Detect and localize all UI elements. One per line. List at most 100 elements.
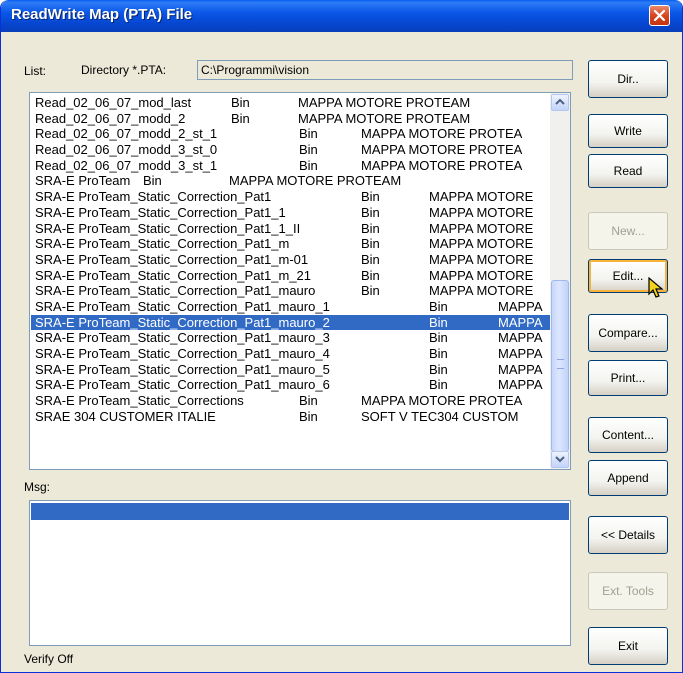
list-item-name: SRA-E ProTeam_Static_Corrections [35, 393, 244, 409]
scroll-down-button[interactable] [551, 451, 569, 468]
list-item[interactable]: Read_02_06_07_modd_2 Bin MAPPA MOTORE PROT… [31, 111, 551, 127]
list-item[interactable]: SRA-E ProTeam_Static_Correction_Pat1_m Bi… [31, 236, 551, 252]
list-item-name: SRA-E ProTeam_Static_Correction_Pat1_mau… [35, 361, 330, 377]
list-item[interactable]: SRA-E ProTeam_Static_Correction_Pat1_mau… [31, 314, 551, 331]
grip-icon [557, 359, 564, 369]
list-item[interactable]: SRA-E ProTeam Bin MAPPA MOTORE PROTEAM [31, 173, 551, 189]
list-scrollbar[interactable] [550, 93, 570, 469]
list-item[interactable]: SRA-E ProTeam_Static_Correction_Pat1_1 Bi… [31, 205, 551, 221]
read-button[interactable]: Read [588, 154, 668, 188]
list-item[interactable]: SRA-E ProTeam_Static_Correction_Pat1_1_I… [31, 221, 551, 237]
mouse-pointer-icon [648, 277, 664, 298]
list-item-desc: MAPPA [498, 377, 543, 393]
list-item[interactable]: SRA-E ProTeam_Static_Correction_Pat1_mau… [31, 346, 551, 362]
list-item-type: Bin [429, 361, 448, 377]
write-button[interactable]: Write [588, 114, 668, 148]
list-item-name: SRA-E ProTeam_Static_Correction_Pat1 [35, 189, 272, 205]
list-item-desc: MAPPA MOTORE [429, 251, 534, 267]
readwrite-dialog: ReadWrite Map (PTA) File List: Directory… [0, 0, 683, 673]
list-item-desc: MAPPA [498, 346, 543, 361]
list-item[interactable]: SRA-E ProTeam_Static_Correction_Pat1_mau… [31, 299, 551, 315]
list-item-desc: MAPPA MOTORE [429, 236, 534, 252]
list-item-desc: MAPPA MOTORE PROTEA [361, 157, 523, 173]
list-item-type: Bin [231, 110, 250, 126]
list-item[interactable]: Read_02_06_07_modd_2_st_1 Bin MAPPA MOTORE… [31, 126, 551, 142]
list-item-name: SRA-E ProTeam_Static_Correction_Pat1_1 [35, 204, 286, 220]
list-item-name: SRA-E ProTeam_Static_Correction_Pat1_mau… [35, 298, 330, 314]
close-button[interactable] [649, 5, 670, 26]
list-item-desc: MAPPA MOTORE PROTEA [361, 393, 523, 409]
list-item[interactable]: SRA-E ProTeam_Static_Correction_Pat1_mau… [31, 377, 551, 393]
list-item[interactable]: SRA-E ProTeam_Static_Correction_Pat1_mau… [31, 330, 551, 346]
directory-field: C:\Programmi\vision [197, 60, 573, 80]
list-item-name: SRAE 304 CUSTOMER ITALIE [35, 408, 216, 424]
list-item-desc: MAPPA MOTORE PROTEA [361, 126, 523, 142]
list-item-name: Read_02_06_07_modd_3_st_0 [35, 142, 218, 158]
msg-label: Msg: [24, 480, 51, 494]
list-item-name: SRA-E ProTeam_Static_Correction_Pat1_mau… [35, 314, 330, 330]
list-item-desc: MAPPA MOTORE [429, 267, 534, 283]
list-item-type: Bin [361, 189, 380, 205]
list-item-name: Read_02_06_07_modd_2_st_1 [35, 126, 218, 142]
scroll-up-button[interactable] [551, 94, 569, 111]
list-item-desc: MAPPA [498, 361, 543, 377]
list-item-name: SRA-E ProTeam_Static_Correction_Pat1_1_I… [35, 220, 301, 236]
list-item-desc: MAPPA [498, 298, 543, 314]
list-item-desc: MAPPA [498, 314, 543, 330]
list-item-desc: MAPPA MOTORE PROTEAM [229, 173, 402, 189]
status-text: Verify Off [24, 652, 74, 666]
list-item-name: Read_02_06_07_modd_3_st_1 [35, 157, 218, 173]
list-item-type: Bin [361, 251, 380, 267]
details-button[interactable]: << Details [588, 516, 668, 554]
file-listbox[interactable]: Read_02_06_07_mod_last Bin MAPPA MOTORE PR… [29, 92, 571, 470]
list-item-desc: MAPPA MOTORE [429, 283, 534, 299]
scroll-up-icon [555, 98, 565, 105]
list-item-desc: MAPPA [498, 330, 543, 346]
list-item[interactable]: SRA-E ProTeam_Static_Correction_Pat1 Bin M… [31, 189, 551, 205]
list-item-desc: SOFT V TEC304 CUSTOM [361, 408, 519, 424]
list-item[interactable]: SRA-E ProTeam_Static_Correction_Pat1_mau… [31, 362, 551, 378]
list-item-name: SRA-E ProTeam_Static_Correction_Pat1_m [35, 236, 290, 252]
list-item-type: Bin [231, 95, 250, 110]
dir-button[interactable]: Dir.. [588, 60, 668, 98]
list-item-type: Bin [299, 142, 318, 158]
window-title: ReadWrite Map (PTA) File [11, 6, 193, 23]
list-item-desc: MAPPA MOTORE [429, 204, 534, 220]
list-item-name: SRA-E ProTeam_Static_Correction_Pat1_m-0… [35, 251, 309, 267]
list-item[interactable]: Read_02_06_07_mod_last Bin MAPPA MOTORE PR… [31, 95, 551, 111]
compare-button[interactable]: Compare... [588, 314, 668, 352]
list-item-type: Bin [429, 298, 448, 314]
list-item[interactable]: Read_02_06_07_modd_3_st_1 Bin MAPPA MOTORE… [31, 158, 551, 174]
list-item-name: SRA-E ProTeam_Static_Correction_Pat1_mau… [35, 330, 330, 346]
list-item-type: Bin [361, 220, 380, 236]
content-button[interactable]: Content... [588, 417, 668, 453]
print-button[interactable]: Print... [588, 360, 668, 396]
scroll-down-icon [555, 456, 565, 463]
exit-button[interactable]: Exit [588, 627, 668, 665]
new-button[interactable]: New... [588, 212, 668, 250]
title-bar[interactable]: ReadWrite Map (PTA) File [1, 0, 682, 32]
file-list: Read_02_06_07_mod_last Bin MAPPA MOTORE PR… [31, 95, 551, 424]
scroll-thumb[interactable] [551, 280, 569, 452]
list-item-desc: MAPPA MOTORE PROTEAM [298, 95, 471, 110]
list-item[interactable]: SRA-E ProTeam_Static_Correction_Pat1_m-0… [31, 252, 551, 268]
ext-tools-button[interactable]: Ext. Tools [588, 572, 668, 610]
list-item-name: SRA-E ProTeam_Static_Correction_Pat1_mau… [35, 377, 330, 393]
list-item-type: Bin [299, 157, 318, 173]
list-item-desc: MAPPA MOTORE PROTEAM [298, 110, 471, 126]
append-button[interactable]: Append [588, 460, 668, 496]
list-label: List: [24, 64, 47, 78]
list-item[interactable]: SRA-E ProTeam_Static_Correction_Pat1_mau… [31, 283, 551, 299]
list-item[interactable]: Read_02_06_07_modd_3_st_0 Bin MAPPA MOTORE… [31, 142, 551, 158]
list-item-name: SRA-E ProTeam [35, 173, 131, 189]
message-box[interactable] [29, 500, 571, 646]
list-item-type: Bin [361, 204, 380, 220]
list-item-desc: MAPPA MOTORE PROTEA [361, 142, 523, 158]
list-item-type: Bin [299, 393, 318, 409]
list-item-type: Bin [361, 267, 380, 283]
list-item[interactable]: SRAE 304 CUSTOMER ITALIE Bin SOFT V TEC304… [31, 409, 551, 425]
message-selected-line [31, 503, 569, 520]
list-item-name: SRA-E ProTeam_Static_Correction_Pat1_m_2… [35, 267, 312, 283]
list-item[interactable]: SRA-E ProTeam_Static_Correction_Pat1_m_2… [31, 268, 551, 284]
list-item[interactable]: SRA-E ProTeam_Static_Corrections Bin MAPPA… [31, 393, 551, 409]
